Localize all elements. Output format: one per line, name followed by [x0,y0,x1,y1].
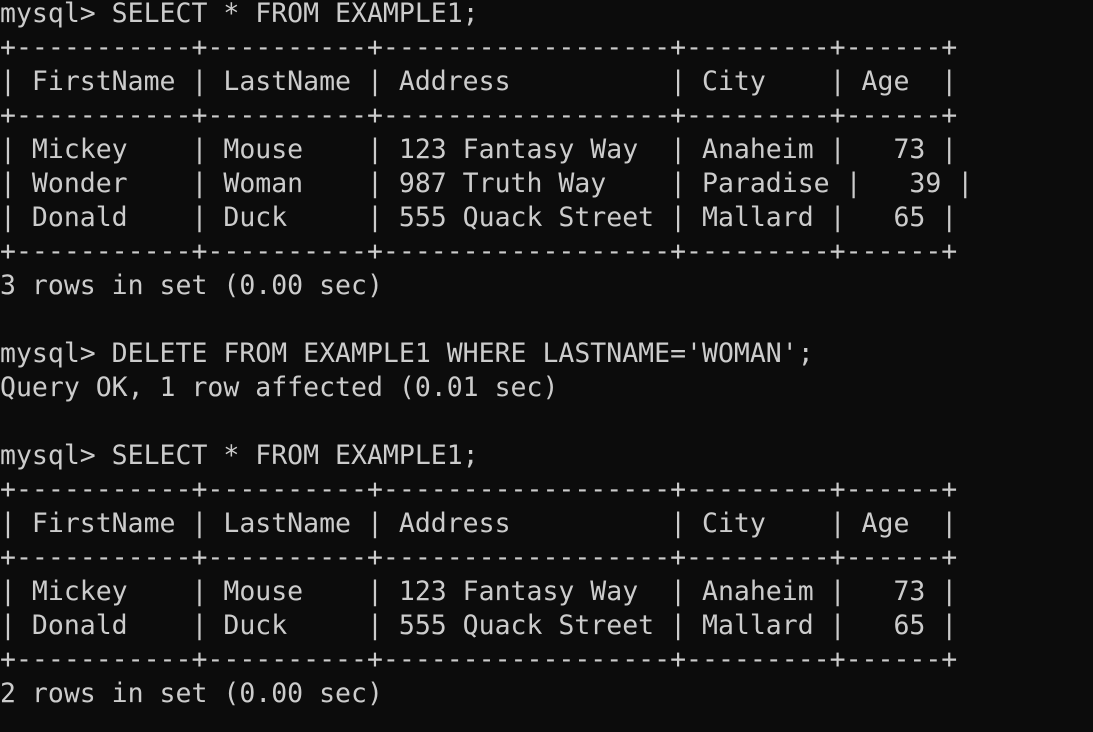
table-row: | Wonder | Woman | 987 Truth Way | Parad… [0,168,974,199]
result-summary-1: 3 rows in set (0.00 sec) [0,270,383,301]
prompt-select-command-1: mysql> SELECT * FROM EXAMPLE1; [0,0,479,29]
table-row: | Mickey | Mouse | 123 Fantasy Way | Ana… [0,134,958,165]
table-row: | Mickey | Mouse | 123 Fantasy Way | Ana… [0,576,958,607]
terminal-window[interactable]: mysql> SELECT * FROM EXAMPLE1; +--------… [0,0,1093,732]
table-border-bottom-2: +-----------+----------+----------------… [0,644,958,675]
query-ok-message: Query OK, 1 row affected (0.01 sec) [0,372,559,403]
blank-line [0,405,1093,439]
table-row: | Donald | Duck | 555 Quack Street | Mal… [0,202,958,233]
table-header-row-1: | FirstName | LastName | Address | City … [0,66,958,97]
table-header-separator-2: +-----------+----------+----------------… [0,542,958,573]
table-border-top-2: +-----------+----------+----------------… [0,474,958,505]
result-summary-2: 2 rows in set (0.00 sec) [0,678,383,709]
table-border-bottom-1: +-----------+----------+----------------… [0,236,958,267]
table-row: | Donald | Duck | 555 Quack Street | Mal… [0,610,958,641]
prompt-delete-command: mysql> DELETE FROM EXAMPLE1 WHERE LASTNA… [0,338,814,369]
prompt-select-command-2: mysql> SELECT * FROM EXAMPLE1; [0,440,479,471]
cursor-line[interactable] [0,711,1093,732]
table-header-separator-1: +-----------+----------+----------------… [0,100,958,131]
table-header-row-2: | FirstName | LastName | Address | City … [0,508,958,539]
table-border-top-1: +-----------+----------+----------------… [0,32,958,63]
blank-line [0,303,1093,337]
